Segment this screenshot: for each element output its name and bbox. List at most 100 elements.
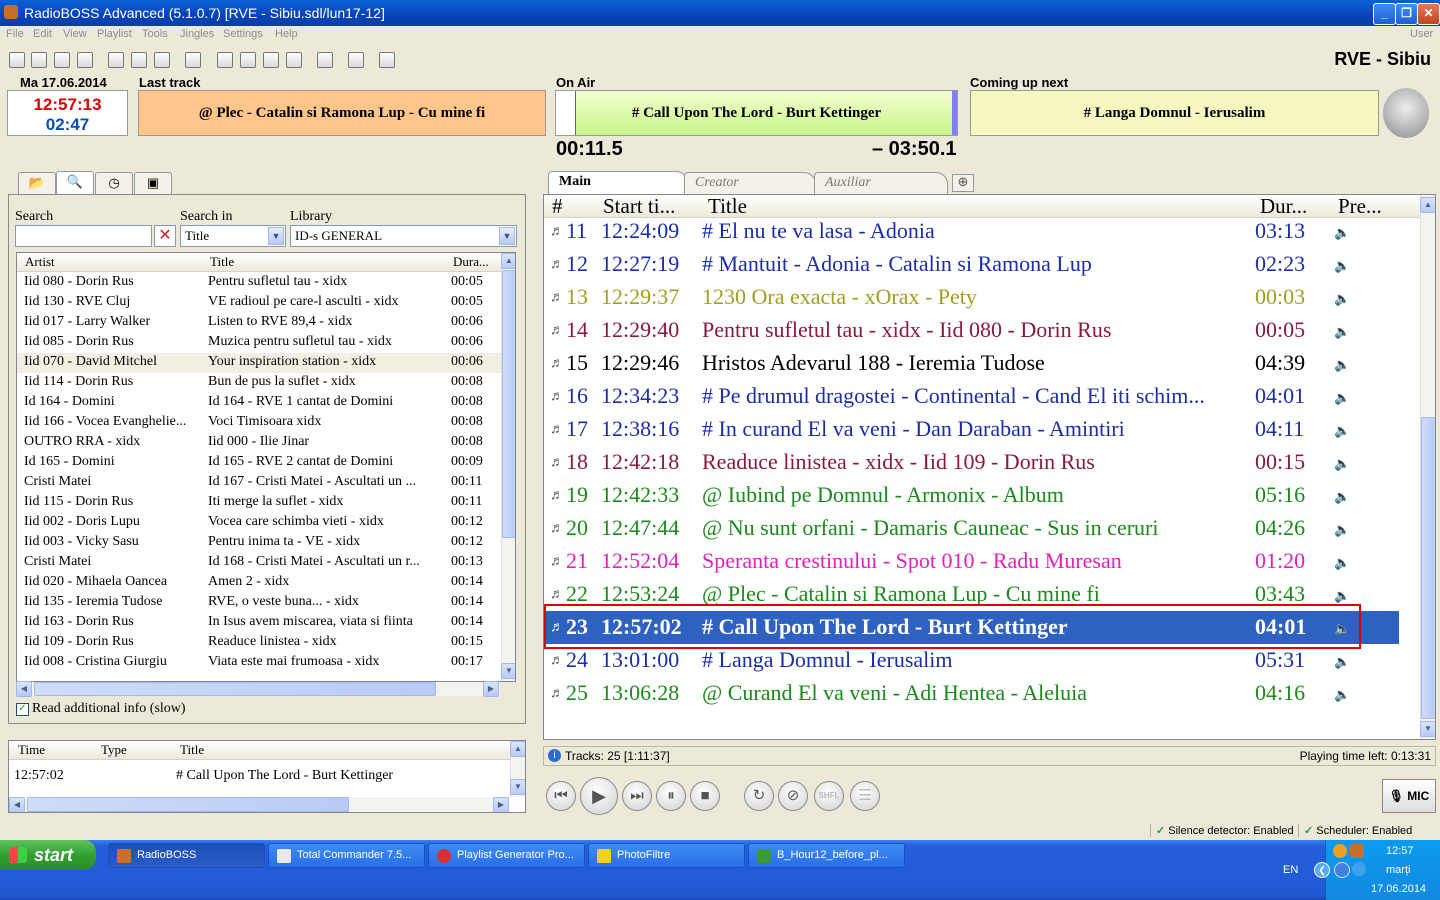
- tray-sync-icon[interactable]: [1352, 862, 1366, 876]
- col-title[interactable]: Title: [210, 254, 234, 270]
- library-row[interactable]: Iid 070 - David Mitchel Your inspiration …: [17, 353, 501, 373]
- col-artist[interactable]: Artist: [25, 254, 55, 270]
- menu-edit[interactable]: Edit: [33, 28, 52, 40]
- playlist-row[interactable]: ♬ 19 12:42:33 @ Iubind pe Domnul - Armonix …: [544, 479, 1399, 512]
- playlist-row[interactable]: ♬ 15 12:29:46 Hristos Adevarul 188 - Ieremi…: [544, 347, 1399, 380]
- close-button[interactable]: ✕: [1417, 3, 1440, 25]
- library-vscroll[interactable]: ▲ ▼: [501, 253, 515, 681]
- col-time[interactable]: Time: [18, 742, 45, 758]
- scroll-up-icon[interactable]: ▲: [510, 741, 525, 757]
- library-select[interactable]: ID-s GENERAL ▼: [290, 225, 517, 247]
- library-row[interactable]: Iid 085 - Dorin Rus Muzica pentru sufletu…: [17, 333, 501, 353]
- taskbar-item-total-commander[interactable]: Total Commander 7.5...: [268, 843, 425, 868]
- tray-expand-icon[interactable]: ❮: [1314, 862, 1330, 878]
- library-row[interactable]: Cristi Matei Id 167 - Cristi Matei - Ascu…: [17, 473, 501, 493]
- undo-icon[interactable]: [185, 52, 201, 68]
- playlist-row[interactable]: ♬ 11 12:24:09 # El nu te va lasa - Adonia 03…: [544, 215, 1399, 248]
- clear-search-icon[interactable]: ✕: [154, 225, 176, 247]
- paste-icon[interactable]: [154, 52, 170, 68]
- on-air-box[interactable]: # Call Upon The Lord - Burt Kettinger: [555, 90, 958, 136]
- library-row[interactable]: Cristi Matei Id 168 - Cristi Matei - Ascu…: [17, 553, 501, 573]
- open-icon[interactable]: [31, 52, 47, 68]
- clock-time[interactable]: 12:57: [1386, 845, 1414, 857]
- library-row[interactable]: Iid 020 - Mihaela Oancea Amen 2 - xidx 00:…: [17, 573, 501, 593]
- col-duration[interactable]: Dura...: [453, 254, 489, 270]
- disable-icon[interactable]: ⊘: [778, 781, 808, 811]
- tray-radioboss-icon[interactable]: [1350, 844, 1364, 858]
- playlist-row[interactable]: ♬ 17 12:38:16 # In curand El va veni - Dan …: [544, 413, 1399, 446]
- menu-user[interactable]: User: [1410, 28, 1433, 40]
- playlist-row[interactable]: ♬ 16 12:34:23 # Pe drumul dragostei - Conti…: [544, 380, 1399, 413]
- history-grid[interactable]: Time Type Title 12:57:02 # Call Upon The…: [8, 740, 526, 813]
- repeat-icon[interactable]: ↻: [744, 781, 774, 811]
- playlist-row[interactable]: ♬ 25 13:06:28 @ Curand El va veni - Adi Hen…: [544, 677, 1399, 710]
- tray-app-icon[interactable]: [1333, 844, 1347, 858]
- playlist-row[interactable]: ♬ 13 12:29:37 1230 Ora exacta - xOrax - Pet…: [544, 281, 1399, 314]
- scroll-left-icon[interactable]: ◀: [9, 797, 25, 812]
- playlist-grid[interactable]: # Start ti... Title Dur... Pre... ♬ 11 12:…: [543, 194, 1436, 740]
- settings-gear-icon[interactable]: [379, 52, 395, 68]
- tray-network-icon[interactable]: [1334, 862, 1350, 878]
- add-tab-icon[interactable]: ⊕: [952, 174, 974, 192]
- library-hscroll-bar[interactable]: ◀ ▶: [16, 681, 500, 697]
- tab-creator[interactable]: Creator: [684, 172, 816, 194]
- menu-file[interactable]: File: [6, 28, 24, 40]
- taskbar-item-playlist-generator[interactable]: Playlist Generator Pro...: [428, 843, 585, 868]
- history-hscroll-thumb[interactable]: [27, 797, 349, 812]
- taskbar-item-photofiltre[interactable]: PhotoFiltre: [588, 843, 745, 868]
- globe-icon[interactable]: [348, 52, 364, 68]
- history-hscroll[interactable]: ◀ ▶: [9, 797, 509, 812]
- search-in-select[interactable]: Title ▼: [180, 225, 286, 247]
- scroll-right-icon[interactable]: ▶: [483, 681, 499, 697]
- menu-view[interactable]: View: [63, 28, 87, 40]
- headphones-icon[interactable]: [1383, 88, 1429, 138]
- save-icon[interactable]: [54, 52, 70, 68]
- playlist-row[interactable]: ♬ 18 12:42:18 Readuce linistea - xidx - Iid…: [544, 446, 1399, 479]
- language-indicator[interactable]: EN: [1283, 864, 1298, 876]
- playlist-row[interactable]: ♬ 12 12:27:19 # Mantuit - Adonia - Catalin …: [544, 248, 1399, 281]
- title-bar[interactable]: RadioBOSS Advanced (5.1.0.7) [RVE - Sibi…: [0, 0, 1440, 26]
- tab-auxiliar[interactable]: Auxiliar: [814, 172, 948, 194]
- library-vscroll-thumb[interactable]: [502, 270, 515, 538]
- insert-dir-icon[interactable]: [263, 52, 279, 68]
- cloud-icon[interactable]: [317, 52, 333, 68]
- tab-main[interactable]: Main: [548, 171, 688, 195]
- library-row[interactable]: Iid 115 - Dorin Rus Iti merge la suflet -…: [17, 493, 501, 513]
- scroll-up-icon[interactable]: ▲: [1420, 197, 1435, 213]
- copy-icon[interactable]: [131, 52, 147, 68]
- scroll-down-icon[interactable]: ▼: [1420, 721, 1435, 737]
- next-icon[interactable]: ⏭: [622, 781, 652, 811]
- scroll-up-icon[interactable]: ▲: [501, 253, 515, 269]
- scroll-right-icon[interactable]: ▶: [493, 797, 509, 812]
- taskbar-item-b-hour12[interactable]: B_Hour12_before_pl...: [748, 843, 905, 868]
- read-info-checkbox[interactable]: ✓: [16, 703, 29, 716]
- col-history-title[interactable]: Title: [180, 742, 204, 758]
- scroll-left-icon[interactable]: ◀: [16, 681, 32, 697]
- library-row[interactable]: Iid 166 - Vocea Evanghelie... Voci Timiso…: [17, 413, 501, 433]
- menu-playlist[interactable]: Playlist: [97, 28, 132, 40]
- mic-button[interactable]: 🎙 MIC: [1382, 779, 1436, 813]
- maximize-button[interactable]: ❐: [1395, 3, 1418, 25]
- scroll-down-icon[interactable]: ▼: [510, 779, 525, 795]
- search-input[interactable]: [15, 225, 152, 247]
- history-vscroll[interactable]: ▲ ▼: [510, 741, 525, 797]
- play-icon[interactable]: ▶: [580, 777, 618, 815]
- insert-list-icon[interactable]: [240, 52, 256, 68]
- library-row[interactable]: Iid 109 - Dorin Rus Readuce linistea - xi…: [17, 633, 501, 653]
- pause-icon[interactable]: ⏸: [656, 781, 686, 811]
- col-type[interactable]: Type: [101, 742, 127, 758]
- library-row[interactable]: Iid 130 - RVE Cluj VE radioul pe care-l a…: [17, 293, 501, 313]
- playlist-vscroll-thumb[interactable]: [1421, 417, 1435, 719]
- scroll-down-icon[interactable]: ▼: [501, 663, 515, 679]
- playlist-row[interactable]: ♬ 14 12:29:40 Pentru sufletul tau - xidx - …: [544, 314, 1399, 347]
- stop-icon[interactable]: ■: [690, 781, 720, 811]
- playlist-row[interactable]: ♬ 21 12:52:04 Speranta crestinului - Spot 0…: [544, 545, 1399, 578]
- library-hscroll-thumb[interactable]: [34, 682, 436, 696]
- menu-jingles[interactable]: Jingles: [180, 28, 214, 40]
- playlist-row[interactable]: ♬ 20 12:47:44 @ Nu sunt orfani - Damaris Ca…: [544, 512, 1399, 545]
- insert-track-icon[interactable]: [217, 52, 233, 68]
- start-button[interactable]: start: [0, 840, 96, 870]
- playlist-vscroll[interactable]: ▲ ▼: [1420, 195, 1435, 739]
- library-row[interactable]: Iid 080 - Dorin Rus Pentru sufletul tau -…: [17, 273, 501, 293]
- taskbar-item-radioboss[interactable]: RadioBOSS: [108, 843, 265, 868]
